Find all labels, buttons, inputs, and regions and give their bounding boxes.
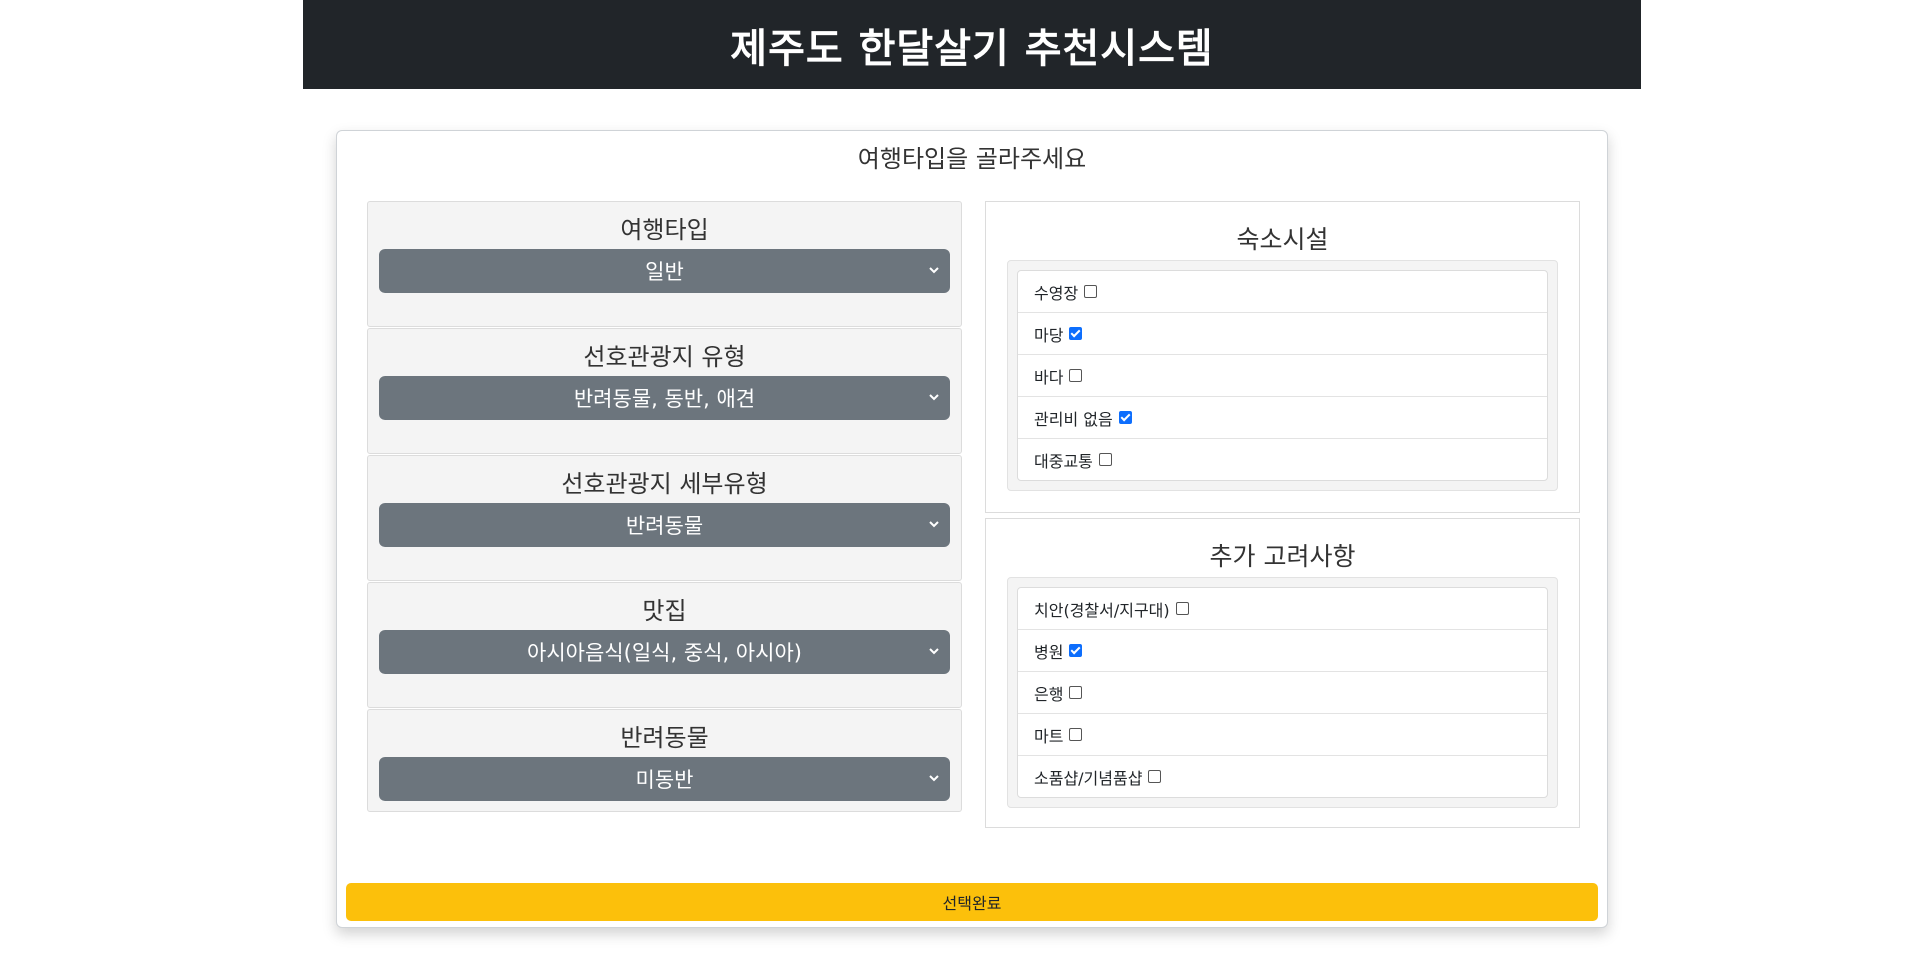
attraction-type-select[interactable]: 반려동물, 동반, 애견: [379, 376, 950, 420]
pet-select[interactable]: 미동반: [379, 757, 950, 801]
accommodation-list-wrap: 수영장 마당 바다 관리비 없음 대중교통: [1007, 260, 1558, 491]
item-label: 마당: [1034, 325, 1064, 345]
chevron-down-icon: [929, 648, 939, 655]
chevron-down-icon: [929, 394, 939, 401]
extra-panel: 추가 고려사항 치안(경찰서/지구대) 병원 은행 마트 소품샵/기념품샵: [985, 518, 1580, 828]
item-label: 치안(경찰서/지구대): [1034, 600, 1170, 620]
yard-checkbox[interactable]: [1069, 327, 1083, 340]
travel-type-label: 여행타입: [620, 216, 709, 244]
app-header: 제주도 한달살기 추천시스템: [303, 0, 1641, 89]
item-label: 마트: [1034, 726, 1064, 746]
submit-button[interactable]: 선택완료: [346, 883, 1598, 921]
accommodation-list: 수영장 마당 바다 관리비 없음 대중교통: [1017, 270, 1548, 481]
card-title: 여행타입을 골라주세요: [857, 145, 1087, 173]
attraction-type-group: 선호관광지 유형 반려동물, 동반, 애견: [367, 328, 962, 454]
item-label: 소품샵/기념품샵: [1034, 768, 1143, 788]
item-label: 바다: [1034, 367, 1064, 387]
chevron-down-icon: [929, 521, 939, 528]
restaurant-group: 맛집 아시아음식(일식, 중식, 아시아): [367, 582, 962, 708]
attraction-type-value: 반려동물, 동반, 애견: [573, 387, 756, 411]
no-maintenance-fee-checkbox[interactable]: [1118, 411, 1132, 424]
travel-type-select[interactable]: 일반: [379, 249, 950, 293]
security-checkbox[interactable]: [1175, 602, 1189, 615]
public-transport-checkbox[interactable]: [1098, 453, 1112, 466]
item-label: 수영장: [1034, 283, 1079, 303]
bank-checkbox[interactable]: [1069, 686, 1083, 699]
attraction-subtype-select[interactable]: 반려동물: [379, 503, 950, 547]
list-item: 치안(경찰서/지구대): [1018, 588, 1547, 630]
list-item: 마당: [1018, 313, 1547, 355]
list-item: 은행: [1018, 672, 1547, 714]
app-title: 제주도 한달살기 추천시스템: [730, 25, 1214, 72]
hospital-checkbox[interactable]: [1069, 644, 1083, 657]
accommodation-panel: 숙소시설 수영장 마당 바다 관리비 없음 대중교통: [985, 201, 1580, 513]
souvenir-shop-checkbox[interactable]: [1148, 770, 1162, 783]
item-label: 은행: [1034, 684, 1064, 704]
attraction-subtype-label: 선호관광지 세부유형: [561, 470, 768, 498]
list-item: 관리비 없음: [1018, 397, 1547, 439]
travel-type-value: 일반: [645, 260, 684, 284]
list-item: 바다: [1018, 355, 1547, 397]
checkbox-column: 숙소시설 수영장 마당 바다 관리비 없음 대중교통 추가 고려사항 치안(경찰…: [985, 201, 1580, 828]
item-label: 병원: [1034, 642, 1064, 662]
accommodation-title: 숙소시설: [1236, 225, 1329, 254]
list-item: 마트: [1018, 714, 1547, 756]
pool-checkbox[interactable]: [1084, 285, 1098, 298]
restaurant-select[interactable]: 아시아음식(일식, 중식, 아시아): [379, 630, 950, 674]
item-label: 대중교통: [1034, 451, 1093, 471]
pet-value: 미동반: [635, 768, 694, 792]
extra-title: 추가 고려사항: [1209, 542, 1356, 571]
attraction-subtype-group: 선호관광지 세부유형 반려동물: [367, 455, 962, 581]
travel-type-group: 여행타입 일반: [367, 201, 962, 327]
list-item: 소품샵/기념품샵: [1018, 756, 1547, 797]
attraction-type-label: 선호관광지 유형: [583, 343, 746, 371]
chevron-down-icon: [929, 775, 939, 782]
extra-list: 치안(경찰서/지구대) 병원 은행 마트 소품샵/기념품샵: [1017, 587, 1548, 798]
item-label: 관리비 없음: [1034, 409, 1113, 429]
pet-group: 반려동물 미동반: [367, 709, 962, 812]
list-item: 대중교통: [1018, 439, 1547, 480]
restaurant-label: 맛집: [642, 597, 687, 625]
chevron-down-icon: [929, 267, 939, 274]
sea-checkbox[interactable]: [1069, 369, 1083, 382]
list-item: 수영장: [1018, 271, 1547, 313]
mart-checkbox[interactable]: [1069, 728, 1083, 741]
extra-list-wrap: 치안(경찰서/지구대) 병원 은행 마트 소품샵/기념품샵: [1007, 577, 1558, 808]
pet-label: 반려동물: [620, 724, 709, 752]
attraction-subtype-value: 반려동물: [625, 514, 704, 538]
list-item: 병원: [1018, 630, 1547, 672]
select-column: 여행타입 일반 선호관광지 유형 반려동물, 동반, 애견 선호관광지 세부유형…: [367, 201, 962, 813]
selection-card: 여행타입을 골라주세요 여행타입 일반 선호관광지 유형 반려동물, 동반, 애…: [336, 130, 1608, 928]
restaurant-value: 아시아음식(일식, 중식, 아시아): [527, 641, 802, 665]
